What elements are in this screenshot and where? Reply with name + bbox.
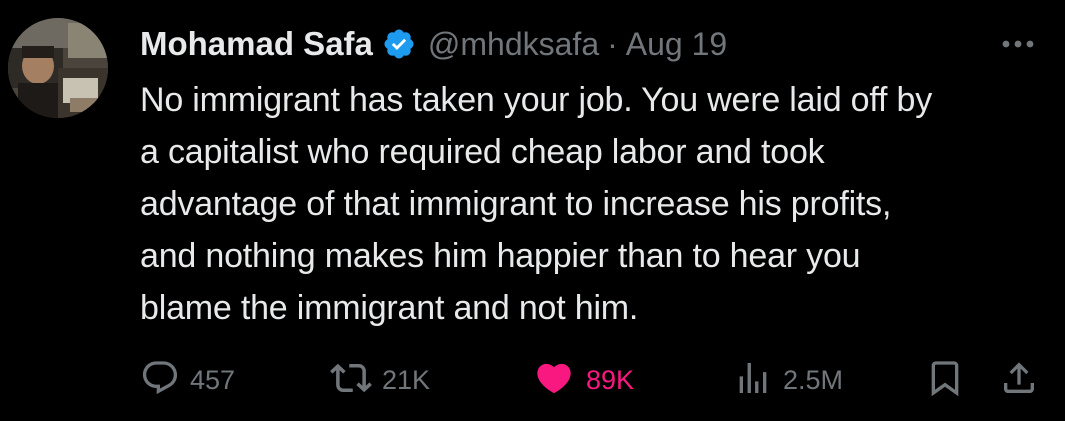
like-button[interactable]: 89K	[532, 356, 634, 404]
tweet-text-line: No immigrant has taken your job. You wer…	[140, 81, 933, 119]
more-options-icon[interactable]	[996, 26, 1040, 62]
tweet-header: Mohamad Safa @mhdksafa · Aug 19	[140, 20, 727, 68]
share-button[interactable]	[999, 356, 1039, 404]
views-icon	[733, 358, 773, 403]
reply-count: 457	[190, 364, 236, 395]
tweet-text-line: blame the immigrant and not him.	[140, 289, 639, 327]
separator-dot: ·	[607, 25, 618, 62]
bookmark-icon	[925, 357, 965, 404]
profile-photo	[8, 18, 108, 118]
verified-badge-icon[interactable]	[382, 27, 416, 61]
views-button[interactable]: 2.5M	[733, 356, 843, 404]
tweet-text-line: advantage of that immigrant to increase …	[140, 185, 892, 223]
like-count: 89K	[586, 364, 635, 395]
author-display-name[interactable]: Mohamad Safa	[140, 25, 373, 63]
reply-icon	[140, 358, 180, 403]
tweet-text: No immigrant has taken your job. You wer…	[140, 74, 1050, 334]
tweet-text-line: and nothing makes him happier than to he…	[140, 237, 861, 275]
tweet-date[interactable]: Aug 19	[626, 26, 727, 63]
tweet-text-line: a capitalist who required cheap labor an…	[140, 133, 825, 171]
share-icon	[999, 357, 1039, 404]
avatar[interactable]	[8, 18, 108, 118]
reply-button[interactable]: 457	[140, 356, 235, 404]
bookmark-button[interactable]	[925, 356, 965, 404]
heart-icon	[532, 358, 576, 403]
retweet-icon	[330, 357, 372, 404]
retweet-button[interactable]: 21K	[330, 356, 430, 404]
views-count: 2.5M	[783, 364, 844, 395]
author-handle[interactable]: @mhdksafa	[428, 26, 599, 63]
retweet-count: 21K	[382, 364, 431, 395]
